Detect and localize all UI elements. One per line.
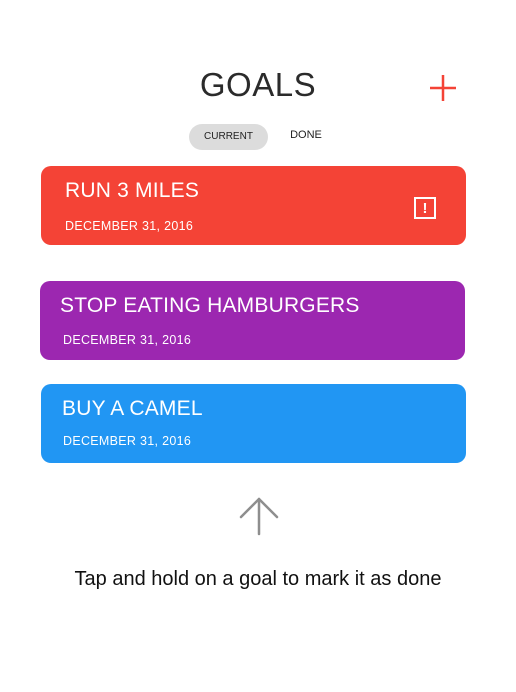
add-goal-button[interactable] xyxy=(426,71,460,105)
plus-icon xyxy=(430,75,456,101)
goal-card-run-3-miles[interactable]: RUN 3 MILES DECEMBER 31, 2016 ! xyxy=(41,166,466,245)
goal-title: RUN 3 MILES xyxy=(65,179,200,202)
goal-title: BUY A CAMEL xyxy=(62,397,203,420)
goal-date: DECEMBER 31, 2016 xyxy=(63,434,192,448)
goal-title: STOP EATING HAMBURGERS xyxy=(60,294,360,317)
tab-done[interactable]: DONE xyxy=(276,122,336,148)
goal-card-buy-a-camel[interactable]: BUY A CAMEL DECEMBER 31, 2016 xyxy=(41,384,466,463)
goal-date: DECEMBER 31, 2016 xyxy=(63,333,192,347)
goal-card-stop-eating-hamburgers[interactable]: STOP EATING HAMBURGERS DECEMBER 31, 2016 xyxy=(40,281,465,360)
goal-date: DECEMBER 31, 2016 xyxy=(65,219,194,233)
arrow-up-icon xyxy=(239,497,279,536)
hint-text: Tap and hold on a goal to mark it as don… xyxy=(74,568,442,590)
exclamation-box-icon: ! xyxy=(414,197,436,219)
tab-current[interactable]: CURRENT xyxy=(189,124,268,150)
